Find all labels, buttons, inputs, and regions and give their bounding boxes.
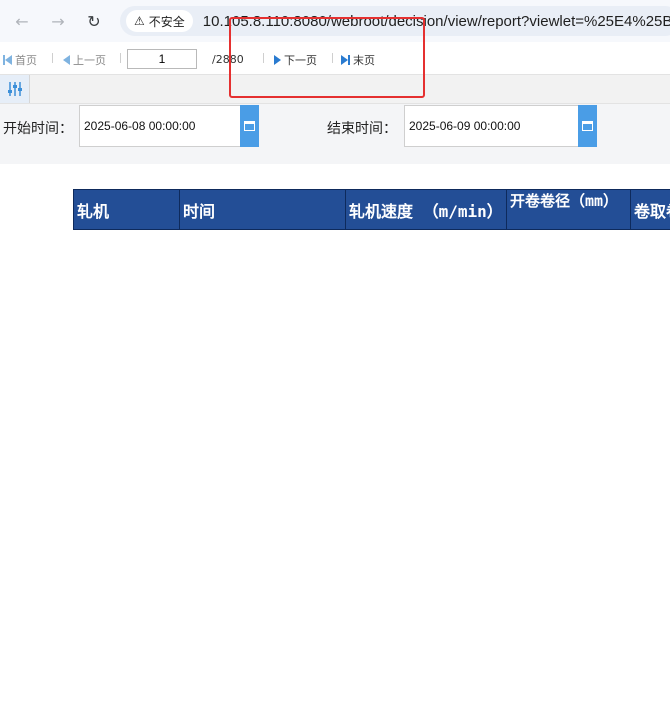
- end-calendar-button[interactable]: [578, 105, 597, 147]
- pager-divider: [120, 53, 121, 63]
- column-header: 开卷卷径（mm）: [507, 190, 631, 229]
- first-page-button[interactable]: 首页: [3, 52, 37, 68]
- back-arrow-icon[interactable]: ←: [10, 9, 34, 33]
- start-calendar-button[interactable]: [240, 105, 259, 147]
- first-page-label: 首页: [15, 54, 37, 67]
- first-page-icon: [3, 55, 12, 65]
- column-header: 轧机速度 （m/min）: [346, 190, 507, 229]
- start-time-label: 开始时间：: [3, 121, 73, 137]
- end-time-field[interactable]: [404, 105, 597, 147]
- calendar-icon: [582, 121, 593, 131]
- param-panel-toggle-button[interactable]: [0, 75, 30, 103]
- prev-page-icon: [63, 55, 70, 65]
- security-label: 不安全: [148, 14, 185, 29]
- settings-sliders-icon: [7, 82, 22, 96]
- page-number-input[interactable]: [127, 49, 197, 69]
- forward-arrow-icon[interactable]: →: [46, 9, 70, 33]
- start-time-field[interactable]: [79, 105, 259, 147]
- column-header: 卷取卷: [634, 201, 670, 221]
- prev-page-button[interactable]: 上一页: [63, 52, 106, 68]
- column-header: 轧机: [74, 190, 180, 229]
- parameter-panel: 开始时间： 结束时间：: [0, 104, 670, 164]
- report-table-header: 轧机 时间 轧机速度 （m/min） 开卷卷径（mm） 卷取卷: [73, 189, 670, 230]
- end-time-input[interactable]: [405, 106, 596, 146]
- start-time-input[interactable]: [80, 106, 258, 146]
- highlight-annotation: [229, 17, 425, 98]
- reload-icon[interactable]: ↻: [82, 9, 106, 33]
- end-time-label: 结束时间：: [327, 121, 397, 137]
- prev-page-label: 上一页: [73, 54, 106, 67]
- warning-icon: ⚠: [134, 14, 145, 28]
- security-indicator[interactable]: ⚠ 不安全: [126, 10, 193, 32]
- calendar-icon: [244, 121, 255, 131]
- column-header: 时间: [180, 190, 346, 229]
- pager-divider: [52, 53, 53, 63]
